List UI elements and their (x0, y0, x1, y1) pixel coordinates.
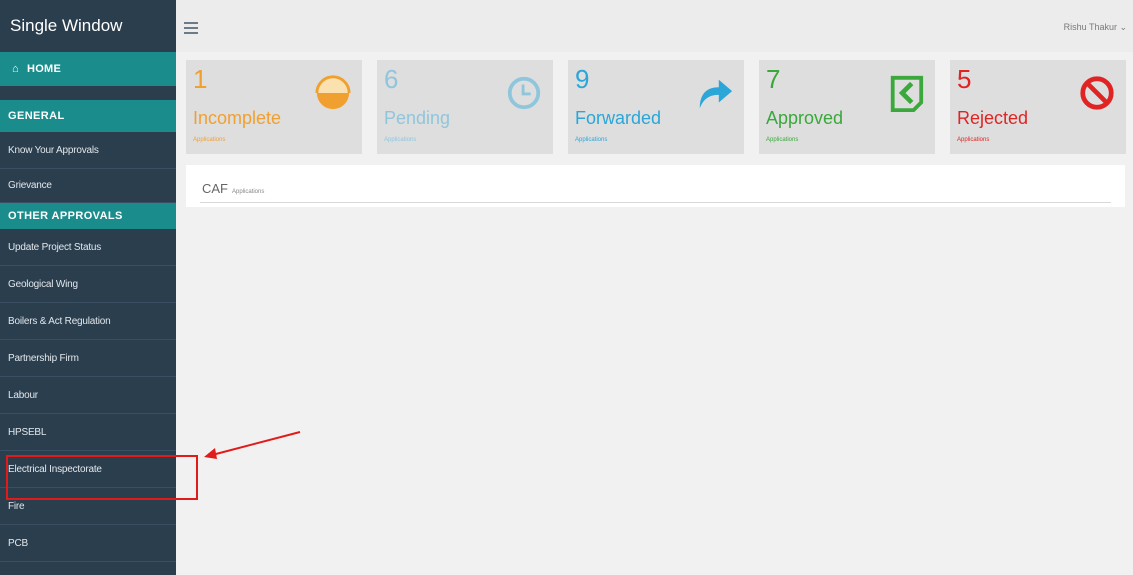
card-forwarded[interactable]: 9 Forwarded Applications (568, 60, 744, 154)
card-label: Pending (384, 108, 451, 128)
half-circle-icon (315, 75, 351, 110)
card-incomplete[interactable]: 1 Incomplete Applications (186, 60, 362, 154)
sidebar-item-home[interactable]: ⌂ HOME (0, 52, 176, 86)
sidebar-item-boilers[interactable]: Boilers & Act Regulation (0, 303, 176, 340)
card-label: Incomplete (193, 108, 282, 128)
card-count: 5 (957, 64, 972, 94)
card-sublabel: Applications (193, 137, 226, 143)
prohibited-icon (1080, 76, 1114, 110)
page: Single Window ⌂ HOME GENERAL Know Your A… (0, 0, 1133, 575)
sidebar-item-grievance[interactable]: Grievance (0, 169, 176, 203)
brand-title[interactable]: Single Window (0, 0, 176, 52)
caf-panel: CAF Applications (186, 165, 1125, 207)
divider (200, 202, 1111, 203)
annotation-arrow-icon (204, 431, 301, 459)
user-menu[interactable]: Rishu Thakur ⌄ (1064, 22, 1127, 33)
sidebar-item-labour[interactable]: Labour (0, 377, 176, 414)
sidebar-item-pcb[interactable]: PCB (0, 525, 176, 562)
section-header-general: GENERAL (0, 100, 176, 132)
sidebar-item-label: HOME (26, 63, 62, 75)
card-count: 1 (193, 64, 208, 94)
card-count: 9 (575, 64, 590, 94)
card-sublabel: Applications (766, 137, 799, 143)
caf-title: CAF Applications (202, 181, 264, 196)
sidebar-item-update-project-status[interactable]: Update Project Status (0, 229, 176, 266)
sidebar-item-know-your-approvals[interactable]: Know Your Approvals (0, 132, 176, 169)
card-count: 6 (384, 64, 399, 94)
card-label: Forwarded (575, 108, 662, 128)
sidebar-spacer (0, 86, 176, 100)
sidebar-item-partnership-firm[interactable]: Partnership Firm (0, 340, 176, 377)
card-sublabel: Applications (384, 137, 417, 143)
card-sublabel: Applications (575, 137, 608, 143)
home-icon: ⌂ (12, 63, 19, 75)
approved-check-icon (890, 75, 924, 112)
caf-title-text: CAF (202, 181, 228, 196)
sidebar-item-hpsebl[interactable]: HPSEBL (0, 414, 176, 451)
forward-arrow-icon (699, 79, 733, 109)
card-count: 7 (766, 64, 781, 94)
card-rejected[interactable]: 5 Rejected Applications (950, 60, 1126, 154)
top-bar: Rishu Thakur ⌄ (176, 0, 1133, 52)
menu-icon[interactable] (184, 22, 198, 34)
clock-icon (507, 76, 541, 110)
card-approved[interactable]: 7 Approved Applications (759, 60, 935, 154)
card-label: Approved (766, 108, 844, 128)
caf-subtitle: Applications (232, 189, 265, 195)
card-pending[interactable]: 6 Pending Applications (377, 60, 553, 154)
section-header-other-approvals: OTHER APPROVALS (0, 203, 176, 229)
card-label: Rejected (957, 108, 1029, 128)
highlight-box (6, 455, 198, 500)
sidebar-item-geological-wing[interactable]: Geological Wing (0, 266, 176, 303)
card-sublabel: Applications (957, 137, 990, 143)
